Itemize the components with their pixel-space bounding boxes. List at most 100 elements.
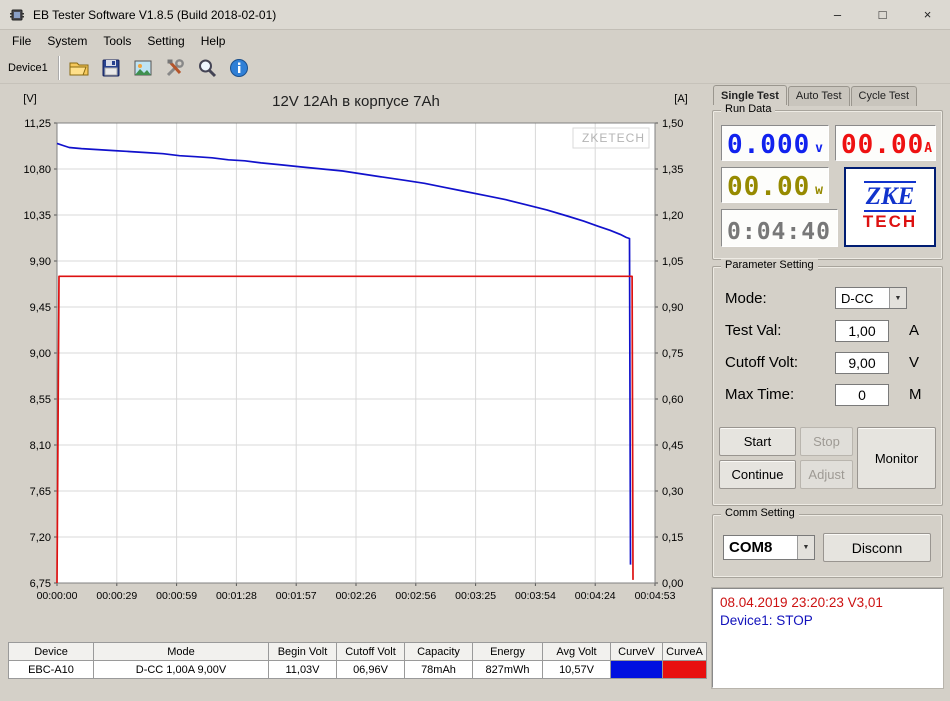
menu-help[interactable]: Help xyxy=(193,31,234,51)
start-button[interactable]: Start xyxy=(719,427,796,456)
chevron-down-icon[interactable]: ▼ xyxy=(889,288,906,308)
svg-text:[A]: [A] xyxy=(674,93,687,105)
menu-setting[interactable]: Setting xyxy=(139,31,192,51)
run-data-group: Run Data 0.000 v 00.00 A 00.00 w 0:04:40… xyxy=(712,103,943,260)
results-table: Device Mode Begin Volt Cutoff Volt Capac… xyxy=(8,642,707,679)
disconnect-button[interactable]: Disconn xyxy=(823,533,931,562)
svg-text:00:00:00: 00:00:00 xyxy=(37,590,78,602)
col-energy: Energy xyxy=(472,642,543,661)
svg-text:9,90: 9,90 xyxy=(30,256,51,268)
cutoff-volt-field[interactable]: 9,00 xyxy=(835,352,889,374)
svg-text:8,10: 8,10 xyxy=(30,440,51,452)
tab-auto-test[interactable]: Auto Test xyxy=(787,86,850,106)
svg-text:10,80: 10,80 xyxy=(23,164,51,176)
menu-system[interactable]: System xyxy=(39,31,95,51)
current-value: 00.00 xyxy=(841,130,925,160)
col-capacity: Capacity xyxy=(404,642,473,661)
logo-zke-text: ZKE xyxy=(863,181,917,213)
maximize-button[interactable]: □ xyxy=(860,0,905,30)
export-image-icon[interactable] xyxy=(130,55,156,81)
time-display: 0:04:40 xyxy=(721,209,838,247)
chart-area: 11,25 1,50 10,80 1,35 10,35 1,20 9,90 1,05 9,45 0… xyxy=(0,84,710,624)
svg-text:7,65: 7,65 xyxy=(30,486,51,498)
info-icon[interactable] xyxy=(226,55,252,81)
svg-text:[V]: [V] xyxy=(23,93,36,105)
continue-button[interactable]: Continue xyxy=(719,460,796,489)
col-mode: Mode xyxy=(93,642,269,661)
svg-text:00:01:57: 00:01:57 xyxy=(276,590,317,602)
cell-avg-volt: 10,57V xyxy=(542,660,611,679)
minimize-button[interactable]: – xyxy=(815,0,860,30)
com-port-value: COM8 xyxy=(729,539,773,556)
right-panel: Single Test Auto Test Cycle Test Run Dat… xyxy=(710,84,950,701)
svg-text:0,45: 0,45 xyxy=(662,440,683,452)
svg-text:8,55: 8,55 xyxy=(30,394,51,406)
cell-cutoff-volt: 06,96V xyxy=(336,660,405,679)
monitor-button[interactable]: Monitor xyxy=(857,427,936,489)
parameter-setting-group: Parameter Setting Mode: D-CC ▼ Test Val:… xyxy=(712,259,943,506)
toolbar: Device1 xyxy=(0,52,950,84)
svg-text:1,35: 1,35 xyxy=(662,164,683,176)
title-bar: EB Tester Software V1.8.5 (Build 2018-02… xyxy=(0,0,950,30)
voltage-display: 0.000 v xyxy=(721,125,829,161)
zketech-logo: ZKE TECH xyxy=(844,167,936,247)
device-selector[interactable]: Device1 xyxy=(0,55,60,80)
svg-text:00:02:56: 00:02:56 xyxy=(395,590,436,602)
svg-text:00:01:28: 00:01:28 xyxy=(216,590,257,602)
power-value: 00.00 xyxy=(727,172,811,202)
tab-single-test[interactable]: Single Test xyxy=(713,85,787,105)
status-datetime: 08.04.2019 23:20:23 V3,01 xyxy=(720,595,883,610)
svg-text:00:04:24: 00:04:24 xyxy=(575,590,616,602)
max-time-field[interactable]: 0 xyxy=(835,384,889,406)
col-device: Device xyxy=(8,642,94,661)
test-val-unit: A xyxy=(909,322,920,339)
app-window: EB Tester Software V1.8.5 (Build 2018-02… xyxy=(0,0,950,701)
comm-setting-label: Comm Setting xyxy=(721,507,799,519)
svg-text:0,60: 0,60 xyxy=(662,394,683,406)
adjust-button: Adjust xyxy=(800,460,853,489)
svg-text:1,05: 1,05 xyxy=(662,256,683,268)
col-avg-volt: Avg Volt xyxy=(542,642,611,661)
curve-a-swatch[interactable] xyxy=(662,660,707,679)
menu-file[interactable]: File xyxy=(4,31,39,51)
open-file-icon[interactable] xyxy=(66,55,92,81)
tools-icon[interactable] xyxy=(162,55,188,81)
tab-cycle-test[interactable]: Cycle Test xyxy=(850,86,918,106)
svg-text:00:03:25: 00:03:25 xyxy=(455,590,496,602)
svg-text:0,15: 0,15 xyxy=(662,532,683,544)
svg-text:7,20: 7,20 xyxy=(30,532,51,544)
com-port-combo[interactable]: COM8 ▼ xyxy=(723,535,815,560)
svg-text:00:00:59: 00:00:59 xyxy=(156,590,197,602)
mode-combo[interactable]: D-CC ▼ xyxy=(835,287,907,309)
mode-label: Mode: xyxy=(725,290,767,307)
menu-tools[interactable]: Tools xyxy=(95,31,139,51)
svg-text:00:02:26: 00:02:26 xyxy=(336,590,377,602)
logo-tech-text: TECH xyxy=(862,212,918,232)
svg-text:0,00: 0,00 xyxy=(662,578,683,590)
cell-device: EBC-A10 xyxy=(8,660,94,679)
svg-text:0,30: 0,30 xyxy=(662,486,683,498)
svg-text:9,45: 9,45 xyxy=(30,302,51,314)
close-button[interactable]: × xyxy=(905,0,950,30)
curve-v-swatch[interactable] xyxy=(610,660,663,679)
voltage-value: 0.000 xyxy=(727,130,811,160)
svg-text:0,90: 0,90 xyxy=(662,302,683,314)
status-device-state: Device1: STOP xyxy=(720,613,813,628)
svg-text:0,75: 0,75 xyxy=(662,348,683,360)
chevron-down-icon[interactable]: ▼ xyxy=(797,536,814,559)
current-unit: A xyxy=(924,141,933,157)
mode-value: D-CC xyxy=(841,290,874,306)
cell-mode: D-CC 1,00A 9,00V xyxy=(93,660,269,679)
table-header-row: Device Mode Begin Volt Cutoff Volt Capac… xyxy=(8,642,707,661)
chart-svg: 11,25 1,50 10,80 1,35 10,35 1,20 9,90 1,05 9,45 0… xyxy=(23,93,687,602)
comm-setting-group: Comm Setting COM8 ▼ Disconn xyxy=(712,507,943,578)
power-display: 00.00 w xyxy=(721,167,829,203)
cutoff-volt-label: Cutoff Volt: xyxy=(725,354,799,371)
svg-text:00:00:29: 00:00:29 xyxy=(96,590,137,602)
svg-text:1,20: 1,20 xyxy=(662,210,683,222)
save-icon[interactable] xyxy=(98,55,124,81)
table-row: EBC-A10 D-CC 1,00A 9,00V 11,03V 06,96V 7… xyxy=(8,660,707,679)
test-val-field[interactable]: 1,00 xyxy=(835,320,889,342)
zoom-icon[interactable] xyxy=(194,55,220,81)
col-begin-volt: Begin Volt xyxy=(268,642,337,661)
